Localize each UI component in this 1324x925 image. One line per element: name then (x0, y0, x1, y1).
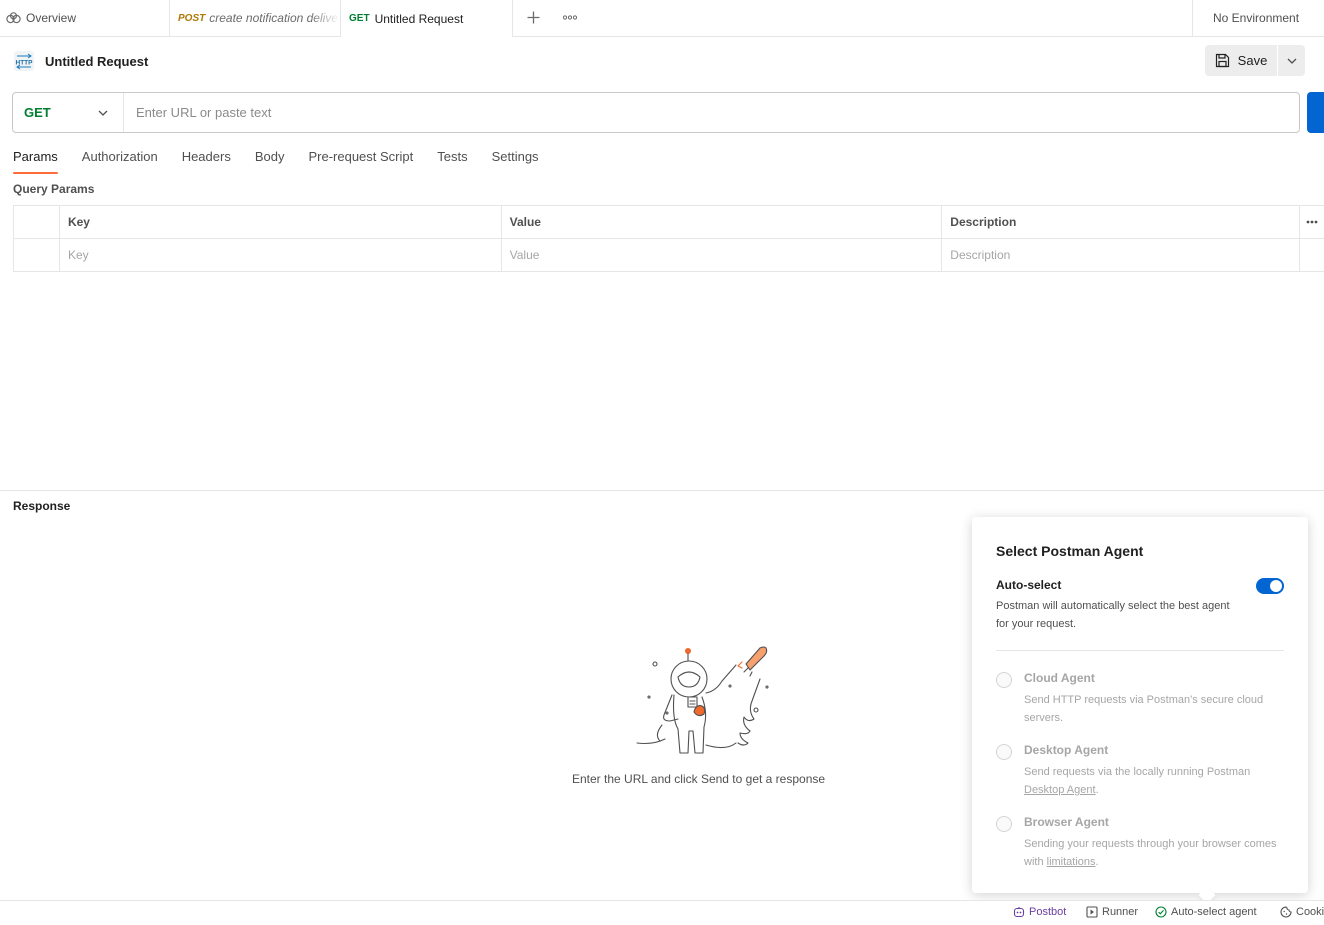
table-row: Key Value Description (14, 239, 1324, 272)
agent-selector-button[interactable]: Auto-select agent (1155, 906, 1257, 918)
request-title[interactable]: Untitled Request (45, 54, 148, 69)
url-bar: GET (12, 92, 1300, 133)
response-empty-message: Enter the URL and click Send to get a re… (572, 772, 826, 786)
tab-authorization[interactable]: Authorization (82, 148, 158, 174)
tab-overview-label: Overview (26, 11, 77, 25)
desktop-agent-title: Desktop Agent (1024, 743, 1109, 757)
save-label: Save (1237, 53, 1268, 68)
method-label: GET (24, 105, 51, 120)
new-tab-button[interactable] (522, 6, 544, 28)
cookie-icon (1280, 906, 1292, 918)
table-header-row: Key Value Description (14, 206, 1324, 239)
desktop-agent-radio[interactable] (996, 744, 1012, 760)
agent-select-popover: Select Postman Agent Auto-select Postman… (972, 517, 1308, 893)
plus-icon (527, 11, 539, 23)
more-horizontal-icon (1306, 220, 1318, 224)
cloud-agent-radio[interactable] (996, 672, 1012, 688)
auto-select-description: Postman will automatically select the be… (996, 600, 1230, 630)
key-input[interactable]: Key (60, 239, 502, 271)
tab-active-label: Untitled Request (374, 11, 464, 26)
tab-params[interactable]: Params (13, 148, 58, 174)
tab-tests[interactable]: Tests (437, 148, 467, 174)
url-input[interactable] (124, 93, 1299, 132)
astronaut-illustration (636, 646, 769, 754)
description-input[interactable]: Description (942, 239, 1300, 271)
cloud-agent-description: Send HTTP requests via Postman's secure … (1024, 694, 1264, 724)
query-params-table: Key Value Description Key Value Descript… (13, 205, 1324, 272)
tab-bar: Overview POST create notification delive… (0, 0, 1324, 37)
chevron-down-icon (1287, 58, 1296, 64)
request-header: HTTP Untitled Request (12, 48, 148, 74)
tab-options-button[interactable] (559, 6, 581, 28)
workspace-icon (6, 12, 21, 24)
svg-text:HTTP: HTTP (16, 60, 34, 67)
postbot-label: Postbot (1029, 906, 1067, 918)
chevron-down-icon (98, 110, 108, 116)
http-icon: HTTP (12, 49, 36, 73)
runner-label: Runner (1102, 906, 1139, 918)
auto-select-toggle[interactable] (1256, 578, 1284, 594)
postbot-button[interactable]: Postbot (1013, 906, 1066, 918)
check-circle-icon (1155, 906, 1167, 918)
tab-body[interactable]: Body (255, 148, 285, 174)
save-button[interactable]: Save (1205, 45, 1278, 76)
agent-selector-label: Auto-select agent (1171, 906, 1257, 918)
status-bar: Postbot Runner Auto-select agent Cookies (0, 900, 1324, 925)
table-options-button[interactable] (1300, 206, 1324, 238)
divider (996, 650, 1284, 651)
tab-untitled-request[interactable]: GET Untitled Request (341, 0, 513, 37)
runner-button[interactable]: Runner (1086, 906, 1138, 918)
tab-post-request[interactable]: POST create notification delivery (170, 0, 341, 36)
save-button-group: Save (1205, 45, 1305, 76)
tab-method-badge: GET (349, 13, 370, 24)
browser-agent-title: Browser Agent (1024, 815, 1109, 829)
request-tabs: Params Authorization Headers Body Pre-re… (13, 148, 563, 174)
more-horizontal-icon (563, 14, 577, 20)
cookies-button[interactable]: Cookies (1280, 906, 1324, 918)
environment-label: No Environment (1213, 11, 1300, 25)
value-input[interactable]: Value (502, 239, 943, 271)
auto-select-label: Auto-select (996, 578, 1062, 592)
environment-selector[interactable]: No Environment (1192, 0, 1324, 36)
popover-title: Select Postman Agent (996, 543, 1144, 559)
runner-icon (1086, 906, 1098, 918)
column-header-key: Key (60, 206, 502, 238)
limitations-link[interactable]: limitations (1047, 856, 1096, 868)
tab-method-badge: POST (178, 12, 206, 24)
column-header-description: Description (942, 206, 1300, 238)
tab-overview[interactable]: Overview (0, 0, 170, 36)
response-heading: Response (13, 499, 71, 513)
pane-divider[interactable] (0, 490, 1324, 491)
query-params-heading: Query Params (13, 182, 95, 196)
postbot-icon (1013, 907, 1025, 918)
method-select[interactable]: GET (13, 93, 124, 132)
send-button[interactable] (1307, 92, 1324, 133)
tab-settings[interactable]: Settings (492, 148, 539, 174)
save-icon (1215, 53, 1229, 68)
tab-pre-request-script[interactable]: Pre-request Script (308, 148, 413, 174)
cookies-label: Cookies (1296, 906, 1324, 918)
tab-headers[interactable]: Headers (182, 148, 231, 174)
save-options-button[interactable] (1278, 45, 1305, 76)
cloud-agent-title: Cloud Agent (1024, 671, 1095, 685)
desktop-agent-description: Send requests via the locally running Po… (1024, 766, 1251, 796)
browser-agent-description: Sending your requests through your brows… (1024, 838, 1277, 868)
browser-agent-radio[interactable] (996, 816, 1012, 832)
desktop-agent-link[interactable]: Desktop Agent (1024, 784, 1096, 796)
column-header-value: Value (502, 206, 943, 238)
